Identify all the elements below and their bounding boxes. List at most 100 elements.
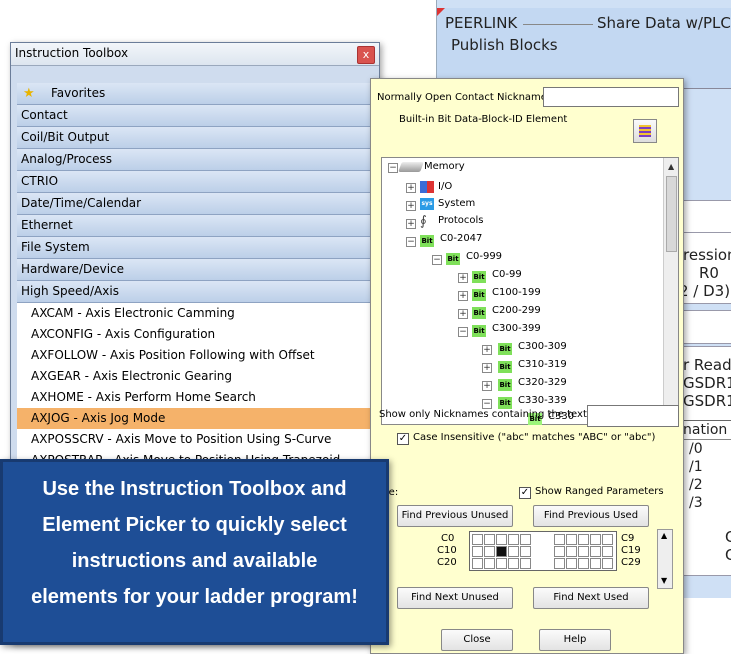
category-high-speed-axis[interactable]: High Speed/Axis (17, 281, 373, 303)
grid-cell[interactable] (554, 558, 565, 569)
grid-cell[interactable] (484, 546, 495, 557)
grid-picker-button[interactable] (633, 119, 657, 143)
expand-icon[interactable]: + (482, 381, 492, 391)
grid-cell[interactable] (590, 546, 601, 557)
nickname-input[interactable] (543, 87, 679, 107)
category-ethernet[interactable]: Ethernet (17, 215, 373, 237)
category-contact[interactable]: Contact (17, 105, 373, 127)
memory-tree[interactable]: ▲ ▼ − Memory + I/O + sys System + ∮ Prot… (381, 157, 679, 425)
list-item[interactable]: AXHOME - Axis Perform Home Search (17, 387, 373, 408)
help-button[interactable]: Help (539, 629, 611, 651)
find-next-used-button[interactable]: Find Next Used (533, 587, 649, 609)
grid-cell[interactable] (578, 558, 589, 569)
category-date-time-calendar[interactable]: Date/Time/Calendar (17, 193, 373, 215)
expand-icon[interactable]: + (482, 345, 492, 355)
expand-icon[interactable]: + (458, 291, 468, 301)
grid-cell[interactable] (578, 546, 589, 557)
collapse-icon[interactable]: − (458, 327, 468, 337)
expand-icon[interactable]: + (406, 201, 416, 211)
tree-node-c330-339[interactable]: C330-339 (518, 393, 567, 409)
grid-right-label: C9 (621, 533, 635, 544)
scroll-up-icon[interactable]: ▲ (661, 531, 667, 540)
find-previous-unused-button[interactable]: Find Previous Unused (397, 505, 513, 527)
collapse-icon[interactable]: − (406, 237, 416, 247)
tree-node-c100-199[interactable]: C100-199 (492, 285, 541, 301)
list-item[interactable]: AXGEAR - Axis Electronic Gearing (17, 366, 373, 387)
grid-cell[interactable] (484, 534, 495, 545)
banner-line: instructions and available (71, 550, 318, 572)
grid-cell[interactable] (578, 534, 589, 545)
find-previous-used-button[interactable]: Find Previous Used (533, 505, 649, 527)
grid-cell[interactable] (508, 546, 519, 557)
grid-cell[interactable] (520, 558, 531, 569)
grid-cell[interactable] (484, 558, 495, 569)
bg-table-divider (681, 439, 731, 440)
grid-cell[interactable] (554, 546, 565, 557)
tree-node-c300-399[interactable]: C300-399 (492, 321, 541, 337)
expand-icon[interactable]: + (406, 183, 416, 193)
usage-grid[interactable] (469, 531, 617, 571)
category-ctrio[interactable]: CTRIO (17, 171, 373, 193)
close-dialog-button[interactable]: Close (441, 629, 513, 651)
list-item[interactable]: AXFOLLOW - Axis Position Following with … (17, 345, 373, 366)
expand-icon[interactable]: + (406, 219, 416, 229)
tree-node-c0-999[interactable]: C0-999 (466, 249, 502, 265)
collapse-icon[interactable]: − (388, 163, 398, 173)
nickname-filter-input[interactable] (587, 405, 679, 427)
grid-cell[interactable] (472, 558, 483, 569)
show-only-label: Show only Nicknames containing the text (379, 409, 587, 420)
tree-node-c200-299[interactable]: C200-299 (492, 303, 541, 319)
grid-cell[interactable] (472, 546, 483, 557)
scroll-thumb[interactable] (666, 176, 677, 252)
tree-node-c310-319[interactable]: C310-319 (518, 357, 567, 373)
grid-cell[interactable] (520, 534, 531, 545)
grid-cell-used[interactable] (496, 546, 507, 557)
grid-cell[interactable] (602, 534, 613, 545)
list-item[interactable]: AXCONFIG - Axis Configuration (17, 324, 373, 345)
grid-scrollbar[interactable]: ▲ ▼ (657, 529, 673, 589)
grid-cell[interactable] (602, 546, 613, 557)
tree-node-system[interactable]: System (438, 196, 475, 212)
category-label: File System (21, 240, 90, 254)
case-insensitive-checkbox[interactable]: ✓ (397, 433, 409, 445)
grid-cell[interactable] (566, 546, 577, 557)
tree-node-c0-99[interactable]: C0-99 (492, 267, 522, 283)
tree-node-memory[interactable]: Memory (424, 159, 465, 175)
scroll-down-icon[interactable]: ▼ (661, 576, 667, 585)
grid-cell[interactable] (590, 558, 601, 569)
grid-cell[interactable] (602, 558, 613, 569)
grid-cell[interactable] (566, 534, 577, 545)
grid-cell[interactable] (472, 534, 483, 545)
tree-scrollbar[interactable]: ▲ ▼ (663, 158, 678, 424)
grid-cell[interactable] (496, 534, 507, 545)
grid-cell[interactable] (508, 534, 519, 545)
expand-icon[interactable]: + (458, 273, 468, 283)
category-hardware-device[interactable]: Hardware/Device (17, 259, 373, 281)
close-button[interactable]: x (357, 46, 375, 64)
grid-cell[interactable] (590, 534, 601, 545)
grid-cell[interactable] (496, 558, 507, 569)
list-item[interactable]: AXPOSSCRV - Axis Move to Position Using … (17, 429, 373, 450)
collapse-icon[interactable]: − (482, 399, 492, 409)
grid-cell[interactable] (520, 546, 531, 557)
tree-node-c300-309[interactable]: C300-309 (518, 339, 567, 355)
grid-cell[interactable] (508, 558, 519, 569)
category-analog-process[interactable]: Analog/Process (17, 149, 373, 171)
collapse-icon[interactable]: − (432, 255, 442, 265)
list-item[interactable]: AXCAM - Axis Electronic Camming (17, 303, 373, 324)
category-favorites[interactable]: ★ Favorites (17, 83, 373, 105)
expand-icon[interactable]: + (482, 363, 492, 373)
tree-node-protocols[interactable]: Protocols (438, 213, 484, 229)
list-item-selected[interactable]: AXJOG - Axis Jog Mode (17, 408, 373, 429)
scroll-up-icon[interactable]: ▲ (668, 162, 674, 171)
grid-cell[interactable] (566, 558, 577, 569)
expand-icon[interactable]: + (458, 309, 468, 319)
tree-node-c0-2047[interactable]: C0-2047 (440, 231, 482, 247)
show-ranged-checkbox[interactable]: ✓ (519, 487, 531, 499)
category-file-system[interactable]: File System (17, 237, 373, 259)
find-next-unused-button[interactable]: Find Next Unused (397, 587, 513, 609)
grid-cell[interactable] (554, 534, 565, 545)
category-coil-bit-output[interactable]: Coil/Bit Output (17, 127, 373, 149)
tree-node-io[interactable]: I/O (438, 179, 452, 195)
tree-node-c320-329[interactable]: C320-329 (518, 375, 567, 391)
